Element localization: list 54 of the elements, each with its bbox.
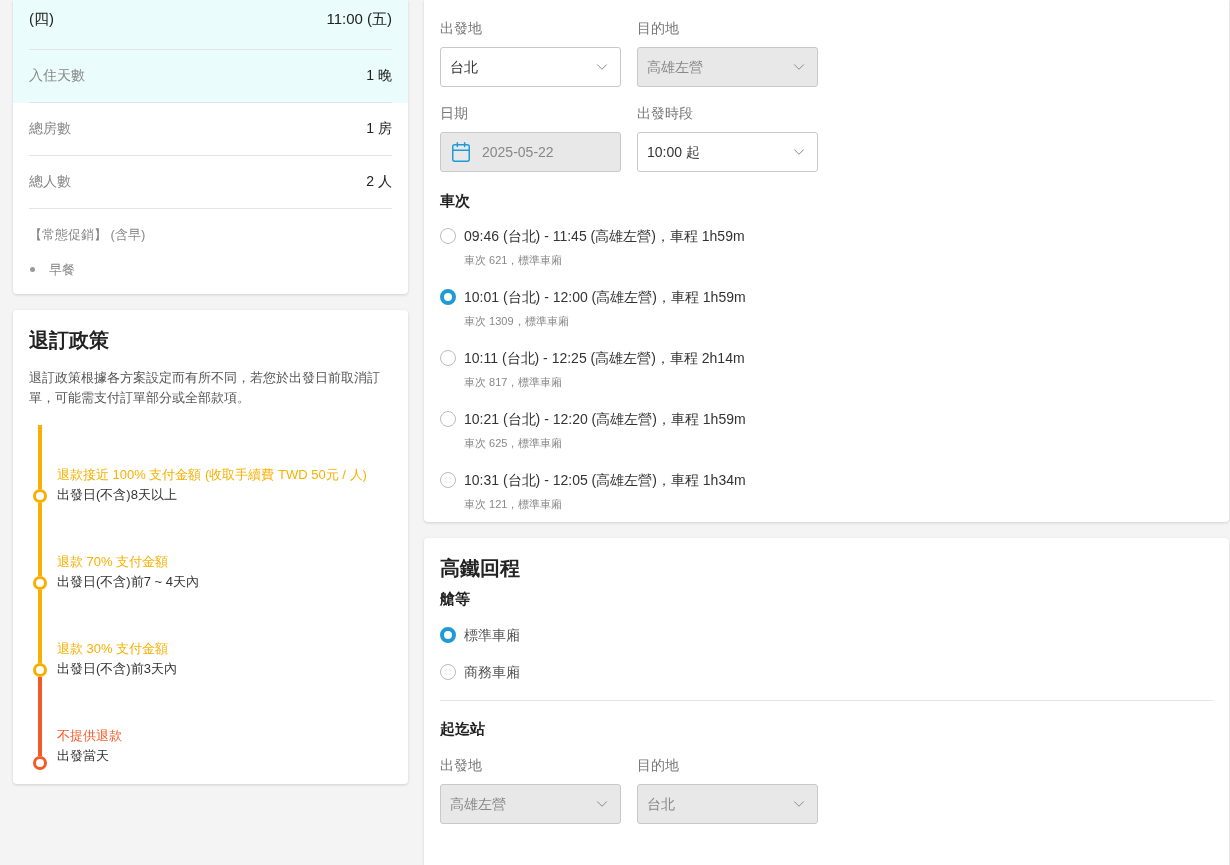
- summary-label: 總人數: [29, 172, 71, 191]
- field-label: 出發地: [440, 19, 483, 38]
- radio-button[interactable]: [440, 411, 456, 427]
- summary-value: 2 人: [366, 172, 392, 191]
- summary-value: 11:00 (五): [326, 9, 392, 29]
- train-detail: 車次 621，標準車廂: [464, 253, 564, 268]
- radio-button[interactable]: [440, 664, 456, 680]
- section-heading: 起迄站: [440, 719, 486, 739]
- section-heading: 艙等: [440, 589, 471, 609]
- radio-button[interactable]: [440, 289, 456, 305]
- train-route: 09:46 (台北) - 11:45 (高雄左營)，車程 1h59m: [464, 227, 745, 246]
- train-route: 10:01 (台北) - 12:00 (高雄左營)，車程 1h59m: [464, 288, 746, 307]
- train-detail: 車次 625，標準車廂: [464, 436, 564, 451]
- class-option: 商務車廂: [464, 662, 520, 682]
- radio-button[interactable]: [440, 350, 456, 366]
- refund-amount: 退款 70% 支付金額: [57, 552, 170, 571]
- summary-label: (四): [29, 9, 54, 29]
- refund-amount: 退款接近 100% 支付金額 (收取手續費 TWD 50元 / 人): [57, 465, 367, 484]
- class-option: 標準車廂: [464, 625, 520, 645]
- train-detail: 車次 121，標準車廂: [464, 497, 564, 512]
- field-label: 出發地: [440, 756, 483, 775]
- radio-button[interactable]: [440, 627, 456, 643]
- summary-label: 總房數: [29, 119, 71, 138]
- bullet-icon: [30, 267, 35, 273]
- field-label: 日期: [440, 104, 469, 123]
- train-detail: 車次 817，標準車廂: [464, 375, 564, 390]
- radio-button[interactable]: [440, 228, 456, 244]
- calendar-icon: [450, 141, 472, 163]
- section-title: 高鐵回程: [440, 556, 521, 581]
- train-route: 10:11 (台北) - 12:25 (高雄左營)，車程 2h14m: [464, 349, 745, 368]
- refund-condition: 出發當天: [57, 746, 110, 765]
- field-label: 目的地: [637, 756, 680, 775]
- timeline-segment: [38, 424, 42, 489]
- train-detail: 車次 1309，標準車廂: [464, 314, 570, 329]
- summary-value: 1 房: [366, 119, 392, 138]
- plan-name: 【常態促銷】 (含早): [29, 225, 147, 244]
- field-label: 目的地: [637, 19, 680, 38]
- refund-condition: 出發日(不含)8天以上: [57, 485, 178, 504]
- inclusion-item: 早餐: [49, 261, 75, 279]
- select-field[interactable]: 台北: [440, 47, 621, 87]
- train-route: 10:31 (台北) - 12:05 (高雄左營)，車程 1h34m: [464, 471, 746, 490]
- refund-condition: 出發日(不含)前3天內: [57, 659, 177, 678]
- section-heading: 車次: [440, 191, 471, 211]
- field-label: 出發時段: [637, 104, 694, 123]
- summary-label: 入住天數: [29, 66, 85, 85]
- refund-amount: 不提供退款: [57, 726, 122, 745]
- policy-description: 退訂政策根據各方案設定而有所不同，若您於出發日前取消訂單，可能需支付訂單部分或全部款項。: [29, 368, 381, 407]
- refund-amount: 退款 30% 支付金額: [57, 639, 170, 658]
- refund-condition: 出發日(不含)前7 ~ 4天內: [57, 572, 199, 591]
- section-title: 退訂政策: [29, 327, 110, 353]
- summary-value: 1 晚: [366, 66, 392, 85]
- select-field[interactable]: 10:00 起: [637, 132, 818, 172]
- train-route: 10:21 (台北) - 12:20 (高雄左營)，車程 1h59m: [464, 410, 746, 429]
- radio-button[interactable]: [440, 472, 456, 488]
